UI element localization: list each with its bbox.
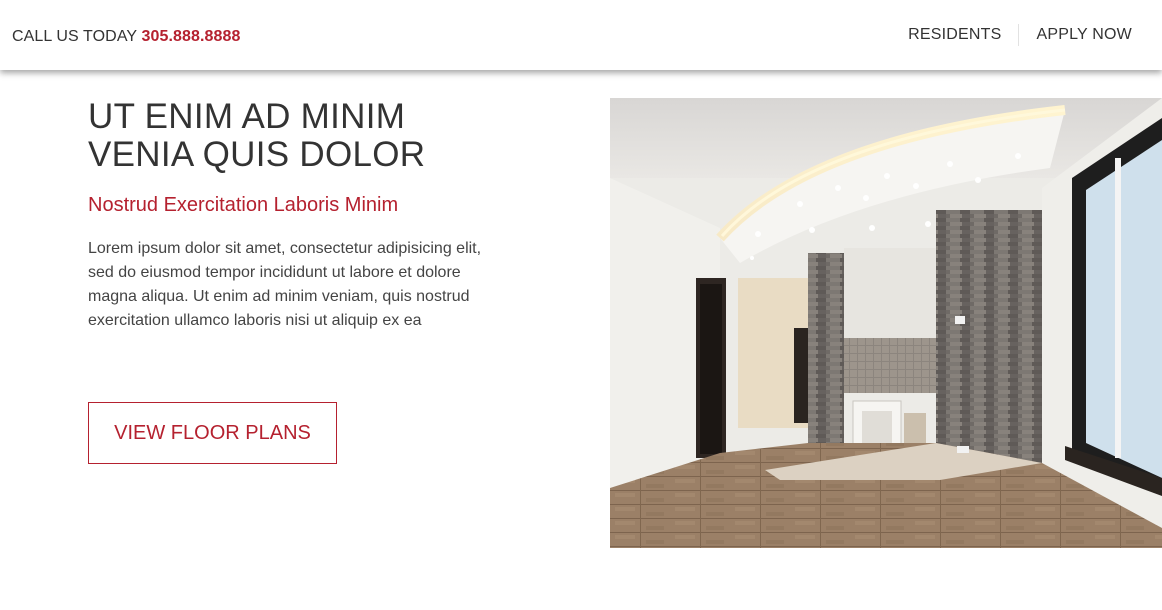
- nav-residents-link[interactable]: RESIDENTS: [908, 26, 1017, 44]
- title-line-1: UT ENIM AD MINIM: [88, 97, 406, 136]
- top-bar: CALL US TODAY 305.888.8888 RESIDENTS APP…: [0, 0, 1162, 70]
- nav-apply-now-link[interactable]: APPLY NOW: [1019, 26, 1162, 44]
- call-label: CALL US TODAY: [12, 28, 137, 45]
- call-us-text: CALL US TODAY 305.888.8888: [12, 28, 241, 46]
- title-line-2: VENIA QUIS DOLOR: [88, 135, 426, 174]
- apartment-interior-photo: [610, 98, 1162, 548]
- subheading: Nostrud Exercitation Laboris Minim: [88, 194, 399, 216]
- phone-link[interactable]: 305.888.8888: [141, 28, 240, 45]
- view-floor-plans-button[interactable]: VIEW FLOOR PLANS: [88, 402, 337, 464]
- page-title: UT ENIM AD MINIM VENIA QUIS DOLOR: [88, 98, 508, 174]
- intro-section: UT ENIM AD MINIM VENIA QUIS DOLOR Nostru…: [88, 98, 508, 333]
- body-paragraph: Lorem ipsum dolor sit amet, consectetur …: [88, 240, 482, 329]
- top-nav: RESIDENTS APPLY NOW: [908, 0, 1162, 70]
